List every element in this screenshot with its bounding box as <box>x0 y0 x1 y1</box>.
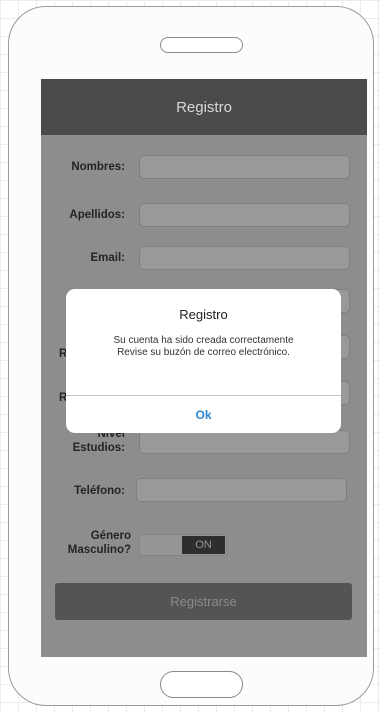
phone-frame: Registro Nombres: Apellidos: Email: Re R… <box>8 6 374 706</box>
ok-button[interactable]: Ok <box>66 396 341 433</box>
dialog-message-line2: Revise su buzón de correo electrónico. <box>117 347 290 358</box>
dialog-message: Su cuenta ha sido creada correctamente R… <box>66 335 341 359</box>
app-screen: Registro Nombres: Apellidos: Email: Re R… <box>41 79 367 657</box>
app-bar: Registro <box>41 79 367 135</box>
phone-speaker <box>160 37 243 53</box>
success-dialog: Registro Su cuenta ha sido creada correc… <box>66 289 341 433</box>
dialog-title: Registro <box>179 307 228 322</box>
dialog-message-line1: Su cuenta ha sido creada correctamente <box>113 335 294 346</box>
home-button[interactable] <box>160 671 243 698</box>
app-title: Registro <box>176 98 232 116</box>
